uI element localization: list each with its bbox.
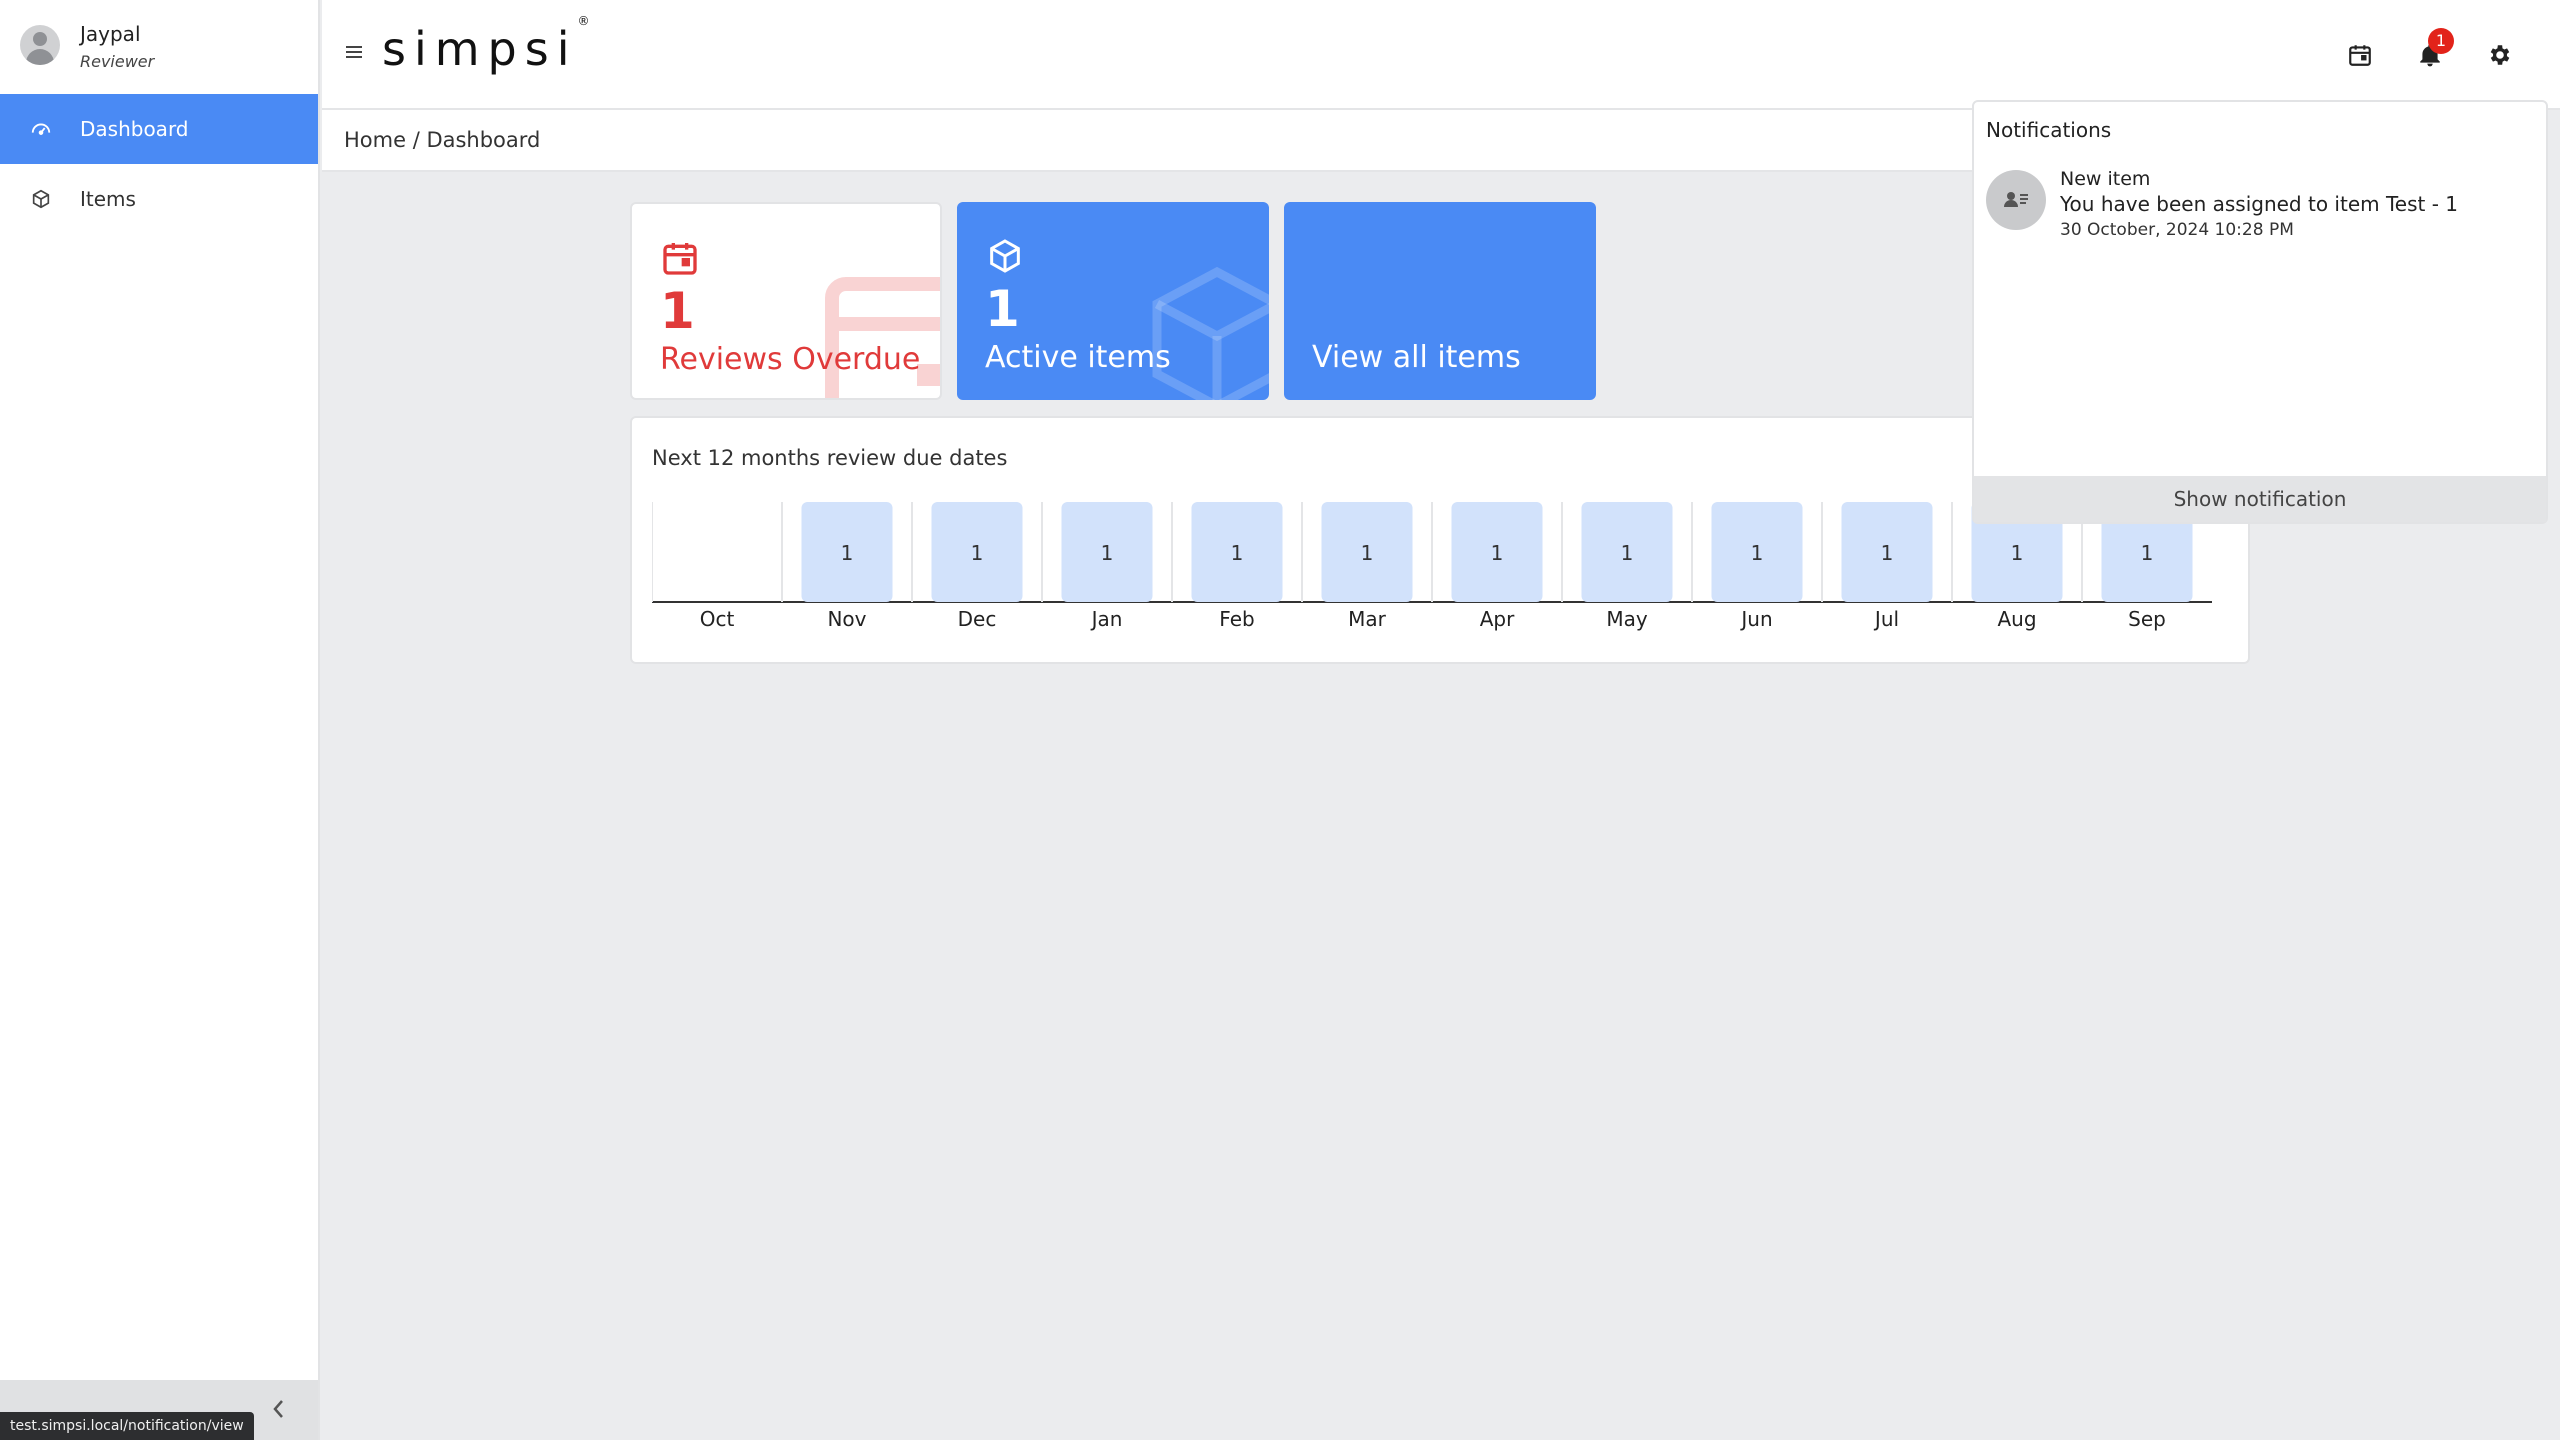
calendar-button[interactable] — [2345, 40, 2375, 70]
sidebar-item-label: Items — [80, 187, 136, 211]
chart-tick-label: Jan — [1090, 607, 1123, 631]
user-name: Jaypal — [80, 22, 141, 46]
gear-icon — [2490, 45, 2510, 65]
reviews-overdue-card[interactable]: 1 Reviews Overdue — [630, 202, 942, 400]
active-items-card[interactable]: 1 Active items — [957, 202, 1269, 400]
notifications-dropdown: Notifications New item You have been ass… — [1972, 100, 2548, 524]
chart-data-label: 1 — [1101, 541, 1114, 565]
collapse-sidebar-button[interactable] — [266, 1396, 292, 1422]
calendar-icon — [663, 243, 697, 275]
view-all-items-card[interactable]: View all items — [1284, 202, 1596, 400]
notifications-heading: Notifications — [1986, 118, 2112, 142]
chart-tick-label: May — [1606, 607, 1648, 631]
reviews-overdue-count: 1 — [660, 282, 695, 340]
chart-tick-label: Jul — [1873, 607, 1899, 631]
sidebar-item-items[interactable]: Items — [0, 164, 318, 234]
show-notification-button[interactable]: Show notification — [1974, 476, 2546, 522]
chart-tick-label: Dec — [958, 607, 997, 631]
menu-toggle-button[interactable] — [346, 46, 362, 60]
chart-data-label: 1 — [1881, 541, 1894, 565]
logo-mark: ® — [577, 13, 590, 28]
settings-button[interactable] — [2485, 40, 2515, 70]
reviews-overdue-label: Reviews Overdue — [660, 342, 921, 377]
user-card-icon — [1986, 170, 2046, 230]
chart-data-label: 1 — [2141, 541, 2154, 565]
chart-data-label: 1 — [1231, 541, 1244, 565]
notification-message: You have been assigned to item Test - 1 — [2060, 192, 2458, 216]
active-items-count: 1 — [985, 280, 1020, 338]
user-role: Reviewer — [80, 52, 155, 71]
chart-tick-label: Mar — [1348, 607, 1387, 631]
notification-time: 30 October, 2024 10:28 PM — [2060, 220, 2294, 240]
chart-data-label: 1 — [1491, 541, 1504, 565]
notification-item[interactable]: New item You have been assigned to item … — [1986, 166, 2536, 256]
logo-text: simpsi — [382, 22, 578, 76]
sidebar: Jaypal Reviewer Dashboard Items — [0, 0, 320, 1440]
calendar-watermark-icon — [825, 277, 940, 398]
chart-data-label: 1 — [841, 541, 854, 565]
breadcrumb[interactable]: Home / Dashboard — [344, 128, 540, 152]
chart-data-label: 1 — [1621, 541, 1634, 565]
chart-tick-label: Jun — [1739, 607, 1772, 631]
chart-tick-label: Feb — [1219, 607, 1254, 631]
logo[interactable]: simpsi® — [382, 14, 590, 76]
breadcrumb-bar: Home / Dashboard — [322, 110, 1972, 172]
chart-data-label: 1 — [1361, 541, 1374, 565]
dashboard-icon — [30, 118, 52, 140]
chart-data-label: 1 — [2011, 541, 2024, 565]
notification-count-badge: 1 — [2428, 28, 2454, 54]
chevron-left-icon — [273, 1400, 283, 1418]
chart-tick-label: Sep — [2128, 607, 2166, 631]
cube-icon — [990, 239, 1020, 273]
chart-tick-label: Oct — [700, 607, 735, 631]
chart-data-label: 1 — [971, 541, 984, 565]
review-due-dates-chart: Oct 1 Nov 1 Dec 1 Jan 1 Feb 1 Mar 1 Apr 1 May 1 Jun 1 Jul 1… — [652, 502, 2212, 631]
active-items-label: Active items — [985, 340, 1171, 375]
view-all-items-label: View all items — [1312, 340, 1521, 375]
chart-data-label: 1 — [1751, 541, 1764, 565]
chart-tick-label: Aug — [1997, 607, 2036, 631]
avatar — [20, 25, 60, 65]
chart-tick-label: Apr — [1480, 607, 1515, 631]
status-url: test.simpsi.local/notification/view — [0, 1412, 254, 1440]
sidebar-item-dashboard[interactable]: Dashboard — [0, 94, 318, 164]
cube-watermark-icon — [1152, 266, 1269, 400]
notification-title: New item — [2060, 168, 2151, 190]
top-bar: simpsi® — [322, 0, 2560, 110]
user-profile[interactable]: Jaypal Reviewer — [0, 0, 318, 94]
panel-title: Next 12 months review due dates — [652, 446, 1008, 470]
calendar-icon — [2349, 45, 2371, 66]
chart-tick-label: Nov — [827, 607, 866, 631]
sidebar-item-label: Dashboard — [80, 117, 189, 141]
cube-icon — [30, 188, 52, 210]
